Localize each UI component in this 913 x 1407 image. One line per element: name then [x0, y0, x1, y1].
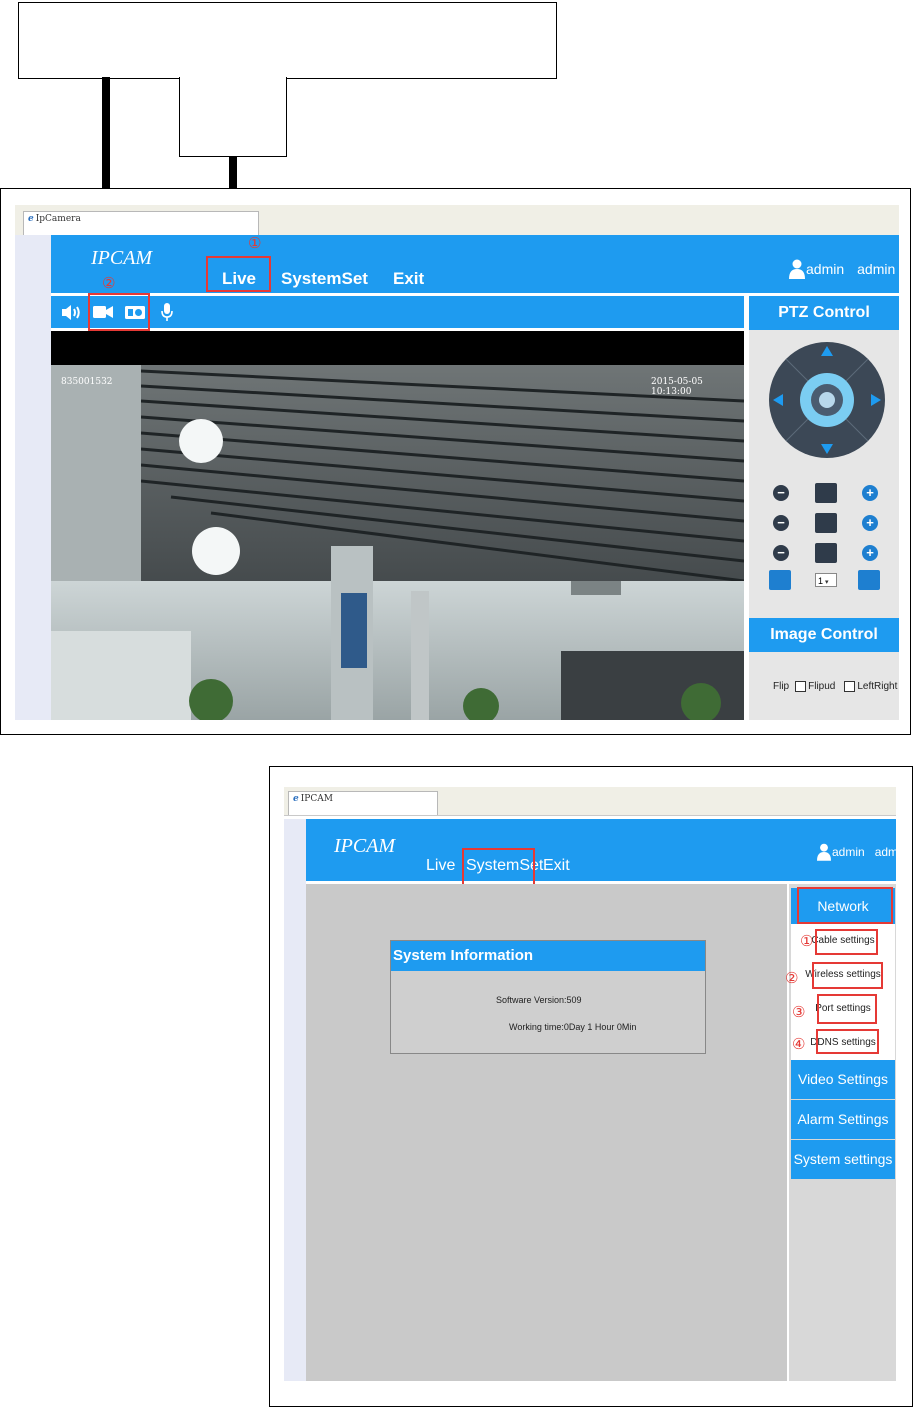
user-role-2: admin: [832, 845, 865, 859]
marker-two: ②: [102, 274, 116, 292]
logo: IPCAM: [91, 247, 153, 269]
nav-exit-2[interactable]: Exit: [543, 857, 570, 875]
marker-ddns: ④: [792, 1035, 806, 1053]
user-info: admin admin: [789, 259, 895, 279]
browser-tab[interactable]: e IpCamera: [23, 211, 259, 235]
marker-port: ③: [792, 1003, 806, 1021]
marker-one: ①: [248, 234, 262, 252]
focus-icon: [815, 513, 837, 533]
iris-close-button[interactable]: −: [773, 545, 789, 561]
ptz-direction-pad[interactable]: [767, 340, 887, 460]
image-control-title: Image Control: [749, 618, 899, 652]
flip-label: Flip: [773, 681, 790, 692]
preset-call-flag-icon[interactable]: [858, 570, 880, 590]
user-name[interactable]: admin: [857, 261, 895, 277]
preset-settings-gear-icon[interactable]: [769, 570, 791, 590]
network-highlight: [797, 887, 893, 924]
systemset-highlight: [462, 848, 535, 888]
systemset-screenshot-frame: e IPCAM IPCAM Live SystemSet Exit admin a…: [269, 766, 913, 1407]
app-header: IPCAM Live SystemSet Exit admin admin: [51, 235, 899, 293]
flipud-checkbox[interactable]: [795, 681, 807, 692]
iris-icon: [815, 543, 837, 563]
chevron-down-icon: ▾: [825, 579, 829, 586]
callout-box-wide: [18, 2, 557, 79]
software-version: Software Version:509: [496, 995, 582, 1005]
user-info-2: admin admin: [817, 843, 907, 861]
zoom-in-button[interactable]: +: [862, 485, 878, 501]
port-highlight: [817, 994, 877, 1024]
nav-live-2[interactable]: Live: [426, 857, 455, 875]
iris-open-button[interactable]: +: [862, 545, 878, 561]
menu-system-settings[interactable]: System settings: [791, 1140, 895, 1179]
marker-cable: ①: [800, 932, 814, 950]
flipud-label: Flipud: [808, 681, 836, 692]
speaker-icon[interactable]: [61, 304, 83, 321]
logo-2: IPCAM: [334, 835, 396, 857]
browser-tab-label-2: IPCAM: [300, 794, 333, 804]
settings-menu: Network Settings Cable settings Wireless…: [789, 884, 896, 1381]
user-role: admin: [806, 261, 845, 277]
microphone-icon[interactable]: [161, 303, 173, 321]
browser-tabstrip: e IpCamera: [15, 205, 899, 236]
left-strip: [15, 235, 51, 720]
cable-highlight: [815, 929, 878, 955]
ddns-highlight: [816, 1029, 879, 1054]
focus-out-button[interactable]: −: [773, 515, 789, 531]
video-feed[interactable]: 835001532 2015-05-05 10:13:00: [51, 331, 744, 720]
user-icon-2: [817, 843, 831, 861]
marker-wireless: ②: [785, 969, 799, 987]
live-screenshot-frame: e IpCamera IPCAM Live SystemSet Exit admi…: [0, 188, 911, 735]
user-icon: [789, 259, 805, 279]
leftright-label: LeftRight: [857, 681, 898, 692]
menu-video-settings[interactable]: Video Settings: [791, 1060, 895, 1100]
browser-tab-2[interactable]: e IPCAM: [288, 791, 438, 815]
browser-tab-label: IpCamera: [35, 214, 81, 224]
system-info-title: System Information: [391, 941, 705, 971]
browser-tabstrip-2: e IPCAM: [284, 787, 896, 816]
settings-main-area: System Information Software Version:509 …: [306, 884, 787, 1381]
live-toolbar: [51, 296, 744, 328]
ptz-title: PTZ Control: [749, 296, 899, 330]
ptz-panel: PTZ Control − + − + − + 1 ▾ Image Control: [749, 296, 899, 720]
wireless-highlight: [812, 962, 883, 989]
nav-exit[interactable]: Exit: [393, 269, 424, 289]
camera-id-overlay: 835001532: [61, 377, 113, 387]
zoom-icon: [815, 483, 837, 503]
left-strip-2: [284, 819, 306, 1381]
focus-in-button[interactable]: +: [862, 515, 878, 531]
leftright-checkbox[interactable]: [844, 681, 856, 692]
timestamp-overlay: 2015-05-05 10:13:00: [651, 377, 703, 397]
live-highlight: [206, 256, 271, 292]
menu-alarm-settings[interactable]: Alarm Settings: [791, 1100, 895, 1140]
ie-icon: e: [28, 214, 34, 224]
ie-icon-2: e: [293, 794, 299, 804]
preset-select[interactable]: 1 ▾: [815, 573, 837, 587]
nav-systemset[interactable]: SystemSet: [281, 269, 368, 289]
user-name-2[interactable]: admin: [875, 845, 908, 859]
app-header-2: IPCAM Live SystemSet Exit admin admin: [306, 819, 907, 881]
preset-value: 1: [818, 576, 824, 586]
video-scene: [51, 331, 744, 720]
system-info-box: System Information Software Version:509 …: [390, 940, 706, 1054]
working-time: Working time:0Day 1 Hour 0Min: [509, 1022, 637, 1032]
callout-box-narrow: [179, 77, 287, 157]
record-highlight: [88, 293, 150, 331]
zoom-out-button[interactable]: −: [773, 485, 789, 501]
flip-options: Flip Flipud LeftRight: [773, 681, 897, 692]
